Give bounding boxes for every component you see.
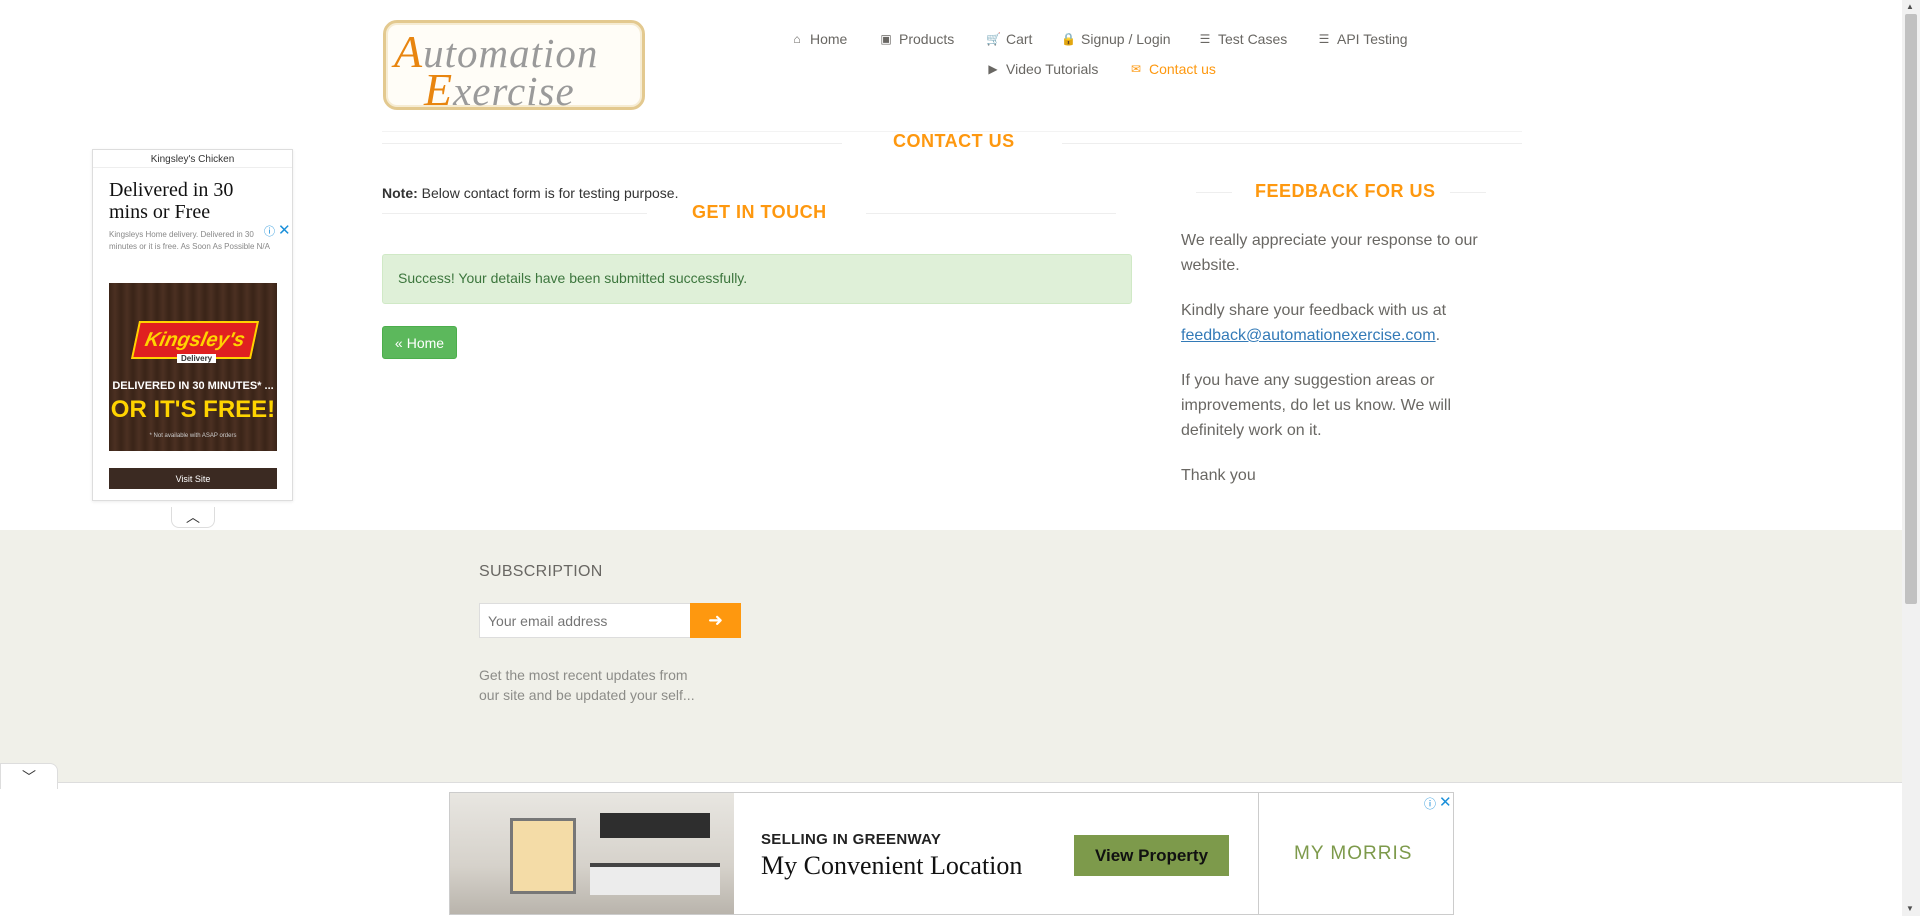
ad-source: Kingsley's Chicken (150, 154, 235, 165)
ad-promo-footnote: * Not available with ASAP orders (149, 433, 237, 439)
logo-text-line2: xercise (453, 68, 575, 114)
nav-api-testing[interactable]: ☰ API Testing (1317, 31, 1408, 47)
divider (93, 167, 292, 168)
ad-brand-logo: MY MORRIS (1294, 843, 1413, 864)
divider (1258, 793, 1259, 914)
nav-cart-label: Cart (1006, 31, 1033, 47)
nav-video-tutorials-label: Video Tutorials (1006, 61, 1099, 77)
ad-small-text: SELLING IN GREENWAY (761, 831, 942, 848)
title-line-left (382, 213, 647, 214)
nav-test-cases[interactable]: ☰ Test Cases (1198, 31, 1288, 47)
title-line-left (1196, 192, 1232, 193)
nav-api-testing-label: API Testing (1337, 31, 1408, 47)
title-line-left (382, 143, 842, 144)
nav-signup-login[interactable]: 🔒 Signup / Login (1061, 31, 1171, 47)
side-ad[interactable]: Kingsley's Chicken Delivered in 30 mins … (92, 149, 293, 501)
bottom-ad-collapse-toggle[interactable]: ﹀ (0, 763, 58, 789)
ad-close-icon[interactable]: ✕ (278, 221, 291, 239)
site-logo[interactable]: Automation Exercise (383, 20, 645, 115)
nav-home[interactable]: ⌂ Home (790, 31, 847, 47)
feedback-text: Kindly share your feedback with us at (1181, 302, 1447, 319)
cart-icon: 🛒 (986, 32, 1001, 46)
logo-letter-a: A (394, 26, 424, 77)
ad-close-icon[interactable]: ✕ (1439, 793, 1452, 811)
subscription-email-input[interactable] (479, 603, 691, 638)
youtube-icon: ▶ (988, 62, 998, 76)
ad-promo-line2: OR IT'S FREE! (110, 396, 276, 423)
nav-contact-us[interactable]: ✉ Contact us (1129, 61, 1216, 77)
ad-large-text: My Convenient Location (761, 851, 1023, 880)
subscribe-button[interactable]: ➜ (690, 603, 741, 638)
ad-brand-sub: Delivery (177, 354, 217, 363)
subscription-title: SUBSCRIPTION (479, 563, 603, 580)
feedback-text: . (1435, 327, 1441, 344)
ad-photo[interactable] (450, 793, 734, 914)
double-chevron-left-icon: « (394, 334, 403, 351)
list-icon: ☰ (1318, 32, 1330, 46)
feedback-thanks: Thank you (1181, 467, 1256, 484)
feedback-paragraph: If you have any suggestion areas or impr… (1181, 372, 1452, 439)
scrollbar-thumb[interactable] (1905, 14, 1917, 604)
feedback-email-link[interactable]: feedback@automationexercise.com (1181, 327, 1436, 344)
note-label: Note: (382, 185, 418, 201)
home-button-label: Home (406, 334, 445, 351)
home-icon: ⌂ (793, 32, 801, 46)
get-in-touch-title: GET IN TOUCH (692, 202, 827, 222)
nav-contact-us-label: Contact us (1149, 61, 1216, 77)
envelope-icon: ✉ (1130, 62, 1142, 76)
nav-test-cases-label: Test Cases (1218, 31, 1288, 47)
ad-promo-line1: DELIVERED IN 30 MINUTES* ... (112, 380, 274, 392)
footer (0, 530, 1902, 792)
nav-video-tutorials[interactable]: ▶ Video Tutorials (986, 61, 1098, 77)
title-line-right (1062, 143, 1522, 144)
note-text: Below contact form is for testing purpos… (417, 185, 679, 201)
logo-letter-e: E (424, 64, 454, 115)
nav-cart[interactable]: 🛒 Cart (986, 31, 1032, 47)
chevron-up-icon: ︿ (186, 509, 200, 525)
ad-description: Kingsleys Home delivery. Delivered in 30… (109, 230, 270, 251)
subscription-description: Get the most recent updates from our sit… (479, 667, 695, 703)
home-button[interactable]: « Home (382, 326, 457, 359)
ad-headline: Delivered in 30 mins or Free (109, 179, 234, 223)
circle-arrow-right-icon: ➜ (707, 610, 724, 630)
ad-info-icon[interactable]: ⓘ (1424, 795, 1436, 812)
feedback-paragraph: Kindly share your feedback with us at fe… (1181, 298, 1511, 348)
nav-signup-login-label: Signup / Login (1081, 31, 1171, 47)
nav-products-label: Products (899, 31, 955, 47)
feedback-title: FEEDBACK FOR US (1255, 181, 1436, 201)
nav-home-label: Home (810, 31, 848, 47)
success-alert: Success! Your details have been submitte… (382, 254, 1132, 304)
ad-info-icon[interactable]: ⓘ (264, 223, 275, 239)
ad-image[interactable]: Kingsley's Delivery DELIVERED IN 30 MINU… (109, 283, 277, 451)
nav-products[interactable]: ▣ Products (879, 31, 954, 47)
ad-visit-button[interactable]: Visit Site (109, 468, 277, 489)
ad-collapse-toggle[interactable]: ︿ (171, 507, 215, 528)
testing-note: Note: Below contact form is for testing … (382, 185, 678, 201)
page-title: CONTACT US (893, 131, 1015, 151)
list-icon: ☰ (1199, 32, 1211, 46)
products-icon: ▣ (880, 32, 892, 46)
chevron-down-icon: ﹀ (22, 768, 36, 785)
ad-photo-bench (590, 863, 720, 895)
scroll-up-arrow-icon[interactable]: ▲ (1906, 2, 1914, 11)
ad-photo-cabinet (600, 813, 710, 838)
feedback-paragraph: We really appreciate your response to ou… (1181, 232, 1478, 274)
scroll-down-arrow-icon[interactable]: ▼ (1906, 904, 1914, 913)
title-line-right (1450, 192, 1486, 193)
view-property-button[interactable]: View Property (1074, 835, 1229, 876)
bottom-ad[interactable]: SELLING IN GREENWAY My Convenient Locati… (449, 792, 1454, 915)
ad-photo-window (510, 818, 576, 894)
title-line-right (866, 213, 1116, 214)
lock-icon: 🔒 (1061, 32, 1076, 46)
